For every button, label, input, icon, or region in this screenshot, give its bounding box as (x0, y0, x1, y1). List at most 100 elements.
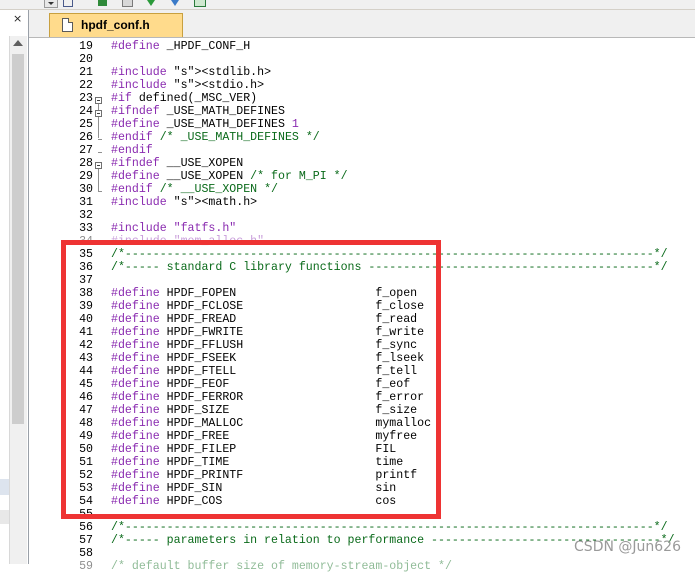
code-line[interactable]: 56 /*------------------------------------… (37, 521, 695, 534)
code-line[interactable]: 24 #ifndef _USE_MATH_DEFINES (37, 105, 695, 118)
code-line[interactable]: 39 #define HPDF_FCLOSE f_close (37, 300, 695, 313)
code-line[interactable]: 59 /* default buffer size of memory-strea… (37, 560, 695, 573)
line-number: 19 (79, 40, 93, 53)
rebuild-icon[interactable] (120, 0, 134, 8)
code-line[interactable]: 41 #define HPDF_FWRITE f_write (37, 326, 695, 339)
code-text: #define HPDF_TIME time (111, 456, 404, 469)
code-text: #define HPDF_FOPEN f_open (111, 287, 418, 300)
code-text: #define HPDF_MALLOC mymalloc (111, 417, 432, 430)
line-number: 56 (79, 521, 93, 534)
code-line[interactable]: 53 #define HPDF_SIN sin (37, 482, 695, 495)
build-icon[interactable] (96, 0, 110, 8)
code-text: #define HPDF_FEOF f_eof (111, 378, 411, 391)
code-text: #include "fatfs.h" (111, 222, 237, 235)
code-text: #define HPDF_COS cos (111, 495, 397, 508)
download-icon[interactable] (144, 0, 158, 8)
dropdown-arrow-icon[interactable] (44, 0, 58, 8)
code-line[interactable]: 38 #define HPDF_FOPEN f_open (37, 287, 695, 300)
tab-hpdf-conf-h[interactable]: hpdf_conf.h (49, 13, 183, 37)
code-text: /*--------------------------------------… (111, 521, 668, 534)
code-line[interactable]: 44 #define HPDF_FTELL f_tell (37, 365, 695, 378)
code-text: #define HPDF_FWRITE f_write (111, 326, 425, 339)
code-line[interactable]: 26 #endif /* _USE_MATH_DEFINES */ (37, 131, 695, 144)
code-text: #endif (111, 144, 153, 157)
code-text: #ifndef __USE_XOPEN (111, 157, 244, 170)
code-line[interactable]: 48 #define HPDF_MALLOC mymalloc (37, 417, 695, 430)
code-line[interactable]: 51 #define HPDF_TIME time (37, 456, 695, 469)
code-line[interactable]: 54 #define HPDF_COS cos (37, 495, 695, 508)
code-line[interactable]: 37 (37, 274, 695, 287)
line-number: 45 (79, 378, 93, 391)
code-line[interactable]: 40 #define HPDF_FREAD f_read (37, 313, 695, 326)
code-line[interactable]: 23 #if defined(_MSC_VER) (37, 92, 695, 105)
code-line[interactable]: 22 #include "s"><stdio.h> (37, 79, 695, 92)
line-number: 21 (79, 66, 93, 79)
code-line[interactable]: 20 (37, 53, 695, 66)
code-text: /*----- standard C library functions ---… (111, 261, 668, 274)
toolbar-tool-icon[interactable] (60, 0, 74, 8)
code-line[interactable]: 43 #define HPDF_FSEEK f_lseek (37, 352, 695, 365)
code-line[interactable]: 27 #endif (37, 144, 695, 157)
line-number: 20 (79, 53, 93, 66)
code-line[interactable]: 33 #include "fatfs.h" (37, 222, 695, 235)
code-text: #define HPDF_FSEEK f_lseek (111, 352, 425, 365)
code-line[interactable]: 34 #include "mem_alloc.h" (37, 235, 695, 248)
line-number: 59 (79, 560, 93, 573)
code-line[interactable]: 21 #include "s"><stdlib.h> (37, 66, 695, 79)
code-editor[interactable]: 19 #define _HPDF_CONF_H 20 21 #include "s"><… (37, 38, 695, 573)
code-line[interactable]: 45 #define HPDF_FEOF f_eof (37, 378, 695, 391)
panel-row[interactable] (0, 510, 9, 524)
code-text: #define HPDF_SIN sin (111, 482, 397, 495)
code-text: #define HPDF_FTELL f_tell (111, 365, 418, 378)
toolbar (0, 0, 695, 10)
code-line[interactable]: 46 #define HPDF_FERROR f_error (37, 391, 695, 404)
manage-components-icon[interactable] (192, 0, 206, 8)
code-text: #define HPDF_FREAD f_read (111, 313, 418, 326)
code-line[interactable]: 49 #define HPDF_FREE myfree (37, 430, 695, 443)
line-number: 47 (79, 404, 93, 417)
code-line[interactable]: 50 #define HPDF_FILEP FIL (37, 443, 695, 456)
code-line[interactable]: 52 #define HPDF_PRINTF printf (37, 469, 695, 482)
panel-selected-row[interactable] (0, 479, 9, 495)
code-text: #define _HPDF_CONF_H (111, 40, 251, 53)
line-number: 53 (79, 482, 93, 495)
line-number: 38 (79, 287, 93, 300)
code-line[interactable]: 36 /*----- standard C library functions -… (37, 261, 695, 274)
line-number: 33 (79, 222, 93, 235)
code-line[interactable]: 35 /*------------------------------------… (37, 248, 695, 261)
line-number: 36 (79, 261, 93, 274)
code-line[interactable]: 42 #define HPDF_FFLUSH f_sync (37, 339, 695, 352)
code-line[interactable]: 55 (37, 508, 695, 521)
code-line[interactable]: 19 #define _HPDF_CONF_H (37, 40, 695, 53)
code-text: #include "s"><stdio.h> (111, 79, 265, 92)
line-number: 43 (79, 352, 93, 365)
code-text: #include "s"><stdlib.h> (111, 66, 272, 79)
code-line[interactable]: 25 #define _USE_MATH_DEFINES 1 (37, 118, 695, 131)
line-number: 24 (79, 105, 93, 118)
code-line[interactable]: 47 #define HPDF_SIZE f_size (37, 404, 695, 417)
code-line[interactable]: 30 #endif /* __USE_XOPEN */ (37, 183, 695, 196)
code-line[interactable]: 28 #ifndef __USE_XOPEN (37, 157, 695, 170)
code-text: #define HPDF_FFLUSH f_sync (111, 339, 418, 352)
code-line[interactable]: 29 #define __USE_XOPEN /* for M_PI */ (37, 170, 695, 183)
watermark: CSDN @Jun626 (574, 539, 681, 555)
scrollbar-thumb[interactable] (12, 54, 24, 424)
line-number: 41 (79, 326, 93, 339)
code-text: #define HPDF_SIZE f_size (111, 404, 418, 417)
code-line[interactable]: 32 (37, 209, 695, 222)
panel-scrollbar[interactable] (9, 36, 27, 564)
target-options-icon[interactable] (168, 0, 182, 8)
code-text: #endif /* _USE_MATH_DEFINES */ (111, 131, 320, 144)
code-text: #define _USE_MATH_DEFINES 1 (111, 118, 299, 131)
scroll-up-icon[interactable] (13, 40, 23, 46)
line-number: 30 (79, 183, 93, 196)
line-number: 22 (79, 79, 93, 92)
editor-tab-bar: hpdf_conf.h (29, 10, 695, 38)
line-number: 23 (79, 92, 93, 105)
line-number: 27 (79, 144, 93, 157)
code-line[interactable]: 31 #include "s"><math.h> (37, 196, 695, 209)
line-number: 25 (79, 118, 93, 131)
line-number: 50 (79, 443, 93, 456)
line-number: 58 (79, 547, 93, 560)
close-icon[interactable]: × (13, 13, 23, 24)
